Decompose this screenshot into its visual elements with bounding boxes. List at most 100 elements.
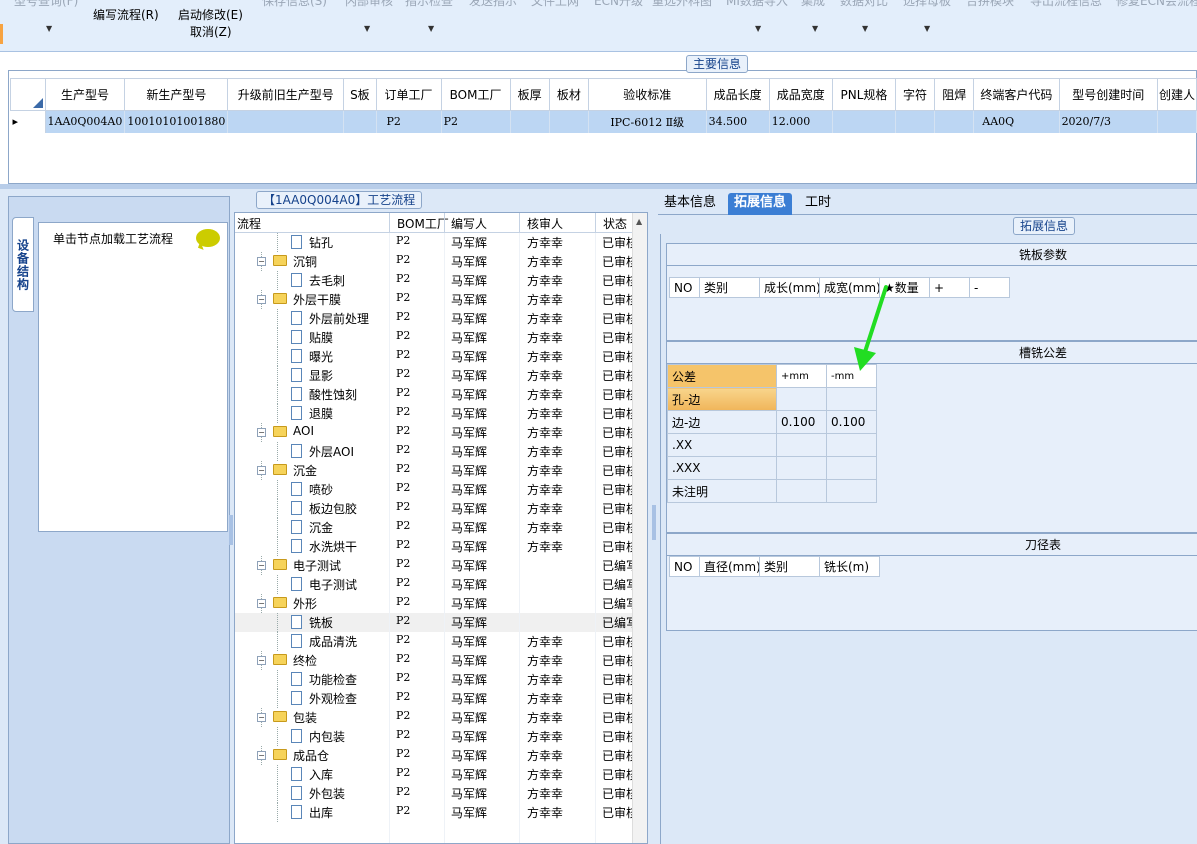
splitter-handle[interactable] — [652, 505, 656, 540]
tree-row[interactable]: 电子测试 P2 马军辉 已编写 — [235, 575, 638, 594]
tree-row[interactable]: − AOI P2 马军辉 方幸幸 已审核 — [235, 423, 638, 442]
table-cell[interactable] — [227, 110, 345, 133]
tree-cell-name[interactable]: 外形 — [293, 595, 317, 612]
tree-cell-name[interactable]: 沉金 — [293, 462, 317, 479]
toolbar-upload-button[interactable]: 文件上网 — [531, 0, 579, 9]
table-cell[interactable]: 34.500 — [706, 110, 770, 133]
tree-cell-name[interactable]: 外观检查 — [309, 690, 357, 707]
toolbar-check-button[interactable]: 指示检查 — [405, 0, 453, 9]
tree-row[interactable]: 曝光 P2 马军辉 方幸幸 已审核 — [235, 347, 638, 366]
col-header[interactable]: 核审人 — [527, 215, 563, 232]
tree-row[interactable]: 铣板 P2 马军辉 已编写 — [235, 613, 638, 632]
tree-cell-name[interactable]: 电子测试 — [309, 576, 357, 593]
col-header[interactable]: 型号创建时间 — [1058, 78, 1159, 111]
table-cell[interactable]: IPC-6012 Ⅱ级 — [588, 110, 707, 133]
vertical-tab-device-structure[interactable]: 设备结构 — [12, 217, 34, 312]
tree-row[interactable]: 水洗烘干 P2 马军辉 方幸幸 已审核 — [235, 537, 638, 556]
tree-cell-name[interactable]: 沉铜 — [293, 253, 317, 270]
tree-cell-name[interactable]: 钻孔 — [309, 234, 333, 251]
tree-row[interactable]: 钻孔 P2 马军辉 方幸幸 已审核 — [235, 233, 638, 252]
tree-cell-name[interactable]: 包装 — [293, 709, 317, 726]
col-header[interactable]: NO — [669, 277, 700, 298]
tree-row[interactable]: 出库 P2 马军辉 方幸幸 已审核 — [235, 803, 638, 822]
table-row[interactable]: 边-边 0.100 0.100 — [667, 410, 877, 434]
table-cell[interactable]: 10010101001880 — [124, 110, 229, 133]
splitter-handle[interactable] — [229, 515, 233, 545]
col-header[interactable]: 板厚 — [509, 78, 550, 111]
toolbar-mi-import-button[interactable]: MI数据导入 — [726, 0, 788, 9]
toolbar-compare-button[interactable]: 数据对比 — [840, 0, 888, 9]
col-header[interactable]: 编写人 — [451, 215, 487, 232]
tree-row[interactable]: − 外层干膜 P2 马军辉 方幸幸 已审核 — [235, 290, 638, 309]
tree-row[interactable]: 退膜 P2 马军辉 方幸幸 已审核 — [235, 404, 638, 423]
col-header[interactable]: 直径(mm) — [699, 556, 761, 577]
tree-cell-name[interactable]: 酸性蚀刻 — [309, 386, 357, 403]
table-row[interactable]: .XXX — [667, 456, 877, 480]
table-row[interactable]: 孔-边 — [667, 387, 877, 411]
tab-extended-info[interactable]: 拓展信息 — [728, 193, 793, 215]
collapse-toggle-icon[interactable]: − — [257, 713, 266, 722]
chevron-down-icon[interactable]: ▼ — [46, 24, 52, 33]
table-cell[interactable]: 0.100 — [776, 410, 827, 434]
col-header[interactable]: 公差 — [667, 364, 777, 388]
add-row-button[interactable]: + — [929, 277, 970, 298]
table-cell[interactable] — [776, 456, 827, 480]
tree-row[interactable]: 去毛刺 P2 马军辉 方幸幸 已审核 — [235, 271, 638, 290]
table-cell[interactable] — [776, 387, 827, 411]
remove-row-button[interactable]: - — [969, 277, 1010, 298]
cancel-button[interactable]: 取消(Z) — [190, 23, 232, 40]
col-header[interactable]: 铣长(m) — [819, 556, 880, 577]
table-cell[interactable] — [776, 433, 827, 457]
collapse-toggle-icon[interactable]: − — [257, 257, 266, 266]
toolbar-integrate-button[interactable]: 集成 — [801, 0, 825, 9]
toolbar-ecn-button[interactable]: ECN升级 — [594, 0, 643, 9]
tree-row[interactable]: − 电子测试 P2 马军辉 已编写 — [235, 556, 638, 575]
horizontal-splitter[interactable] — [0, 184, 1197, 189]
col-header[interactable]: 阻焊 — [934, 78, 975, 111]
tree-cell-name[interactable]: 内包装 — [309, 728, 345, 745]
tree-row[interactable]: − 包装 P2 马军辉 方幸幸 已审核 — [235, 708, 638, 727]
tree-cell-name[interactable]: 贴膜 — [309, 329, 333, 346]
chevron-down-icon[interactable]: ▼ — [812, 24, 818, 33]
col-header[interactable]: 类别 — [699, 277, 760, 298]
col-header[interactable]: NO — [669, 556, 700, 577]
tab-work-hours[interactable]: 工时 — [799, 193, 837, 215]
tree-row[interactable]: 内包装 P2 马军辉 方幸幸 已审核 — [235, 727, 638, 746]
table-row[interactable]: ▸ 1AA0Q004A0 10010101001880 P2 P2 IPC-60… — [10, 110, 1197, 133]
tree-cell-name[interactable]: 板边包胶 — [309, 500, 357, 517]
table-cell[interactable]: 2020/7/3 — [1059, 110, 1159, 133]
tree-cell-name[interactable]: 成品清洗 — [309, 633, 357, 650]
tree-row[interactable]: 酸性蚀刻 P2 马军辉 方幸幸 已审核 — [235, 385, 638, 404]
tree-cell-name[interactable]: 外层干膜 — [293, 291, 341, 308]
toolbar-export-button[interactable]: 导出流程信息 — [1030, 0, 1102, 9]
tree-row[interactable]: − 沉金 P2 马军辉 方幸幸 已审核 — [235, 461, 638, 480]
tree-row[interactable]: 功能检查 P2 马军辉 方幸幸 已审核 — [235, 670, 638, 689]
table-cell[interactable] — [826, 433, 877, 457]
tree-cell-name[interactable]: 出库 — [309, 804, 333, 821]
col-header[interactable]: 成品宽度 — [768, 78, 833, 111]
col-header[interactable]: BOM工厂 — [397, 215, 449, 232]
table-cell[interactable] — [776, 479, 827, 503]
tree-cell-name[interactable]: 终检 — [293, 652, 317, 669]
col-header[interactable]: 成品长度 — [705, 78, 770, 111]
table-cell[interactable]: AA0Q — [973, 110, 1060, 133]
toolbar-reselect-button[interactable]: 重选外科图 — [652, 0, 712, 9]
col-header[interactable]: +mm — [776, 364, 827, 388]
tree-cell-name[interactable]: 入库 — [309, 766, 333, 783]
tree-row[interactable]: − 终检 P2 马军辉 方幸幸 已审核 — [235, 651, 638, 670]
toolbar-repair-button[interactable]: 修复ECN会流程 — [1116, 0, 1197, 9]
toolbar-save-button[interactable]: 保存信息(S) — [262, 0, 327, 9]
tree-row[interactable]: − 外形 P2 马军辉 已编写 — [235, 594, 638, 613]
col-header[interactable]: 类别 — [759, 556, 820, 577]
col-header[interactable]: 创建人 — [1157, 78, 1197, 111]
chevron-down-icon[interactable]: ▼ — [862, 24, 868, 33]
tree-row[interactable]: 贴膜 P2 马军辉 方幸幸 已审核 — [235, 328, 638, 347]
col-header[interactable]: 订单工厂 — [375, 78, 442, 111]
table-cell[interactable] — [343, 110, 377, 133]
toolbar-query-button[interactable]: 型号查询(F) — [14, 0, 78, 9]
col-header[interactable]: 生产型号 — [44, 78, 126, 111]
tree-cell-name[interactable]: 显影 — [309, 367, 333, 384]
tree-cell-name[interactable]: 电子测试 — [293, 557, 341, 574]
table-cell[interactable]: P2 — [376, 110, 442, 133]
tree-row[interactable]: − 成品仓 P2 马军辉 方幸幸 已审核 — [235, 746, 638, 765]
